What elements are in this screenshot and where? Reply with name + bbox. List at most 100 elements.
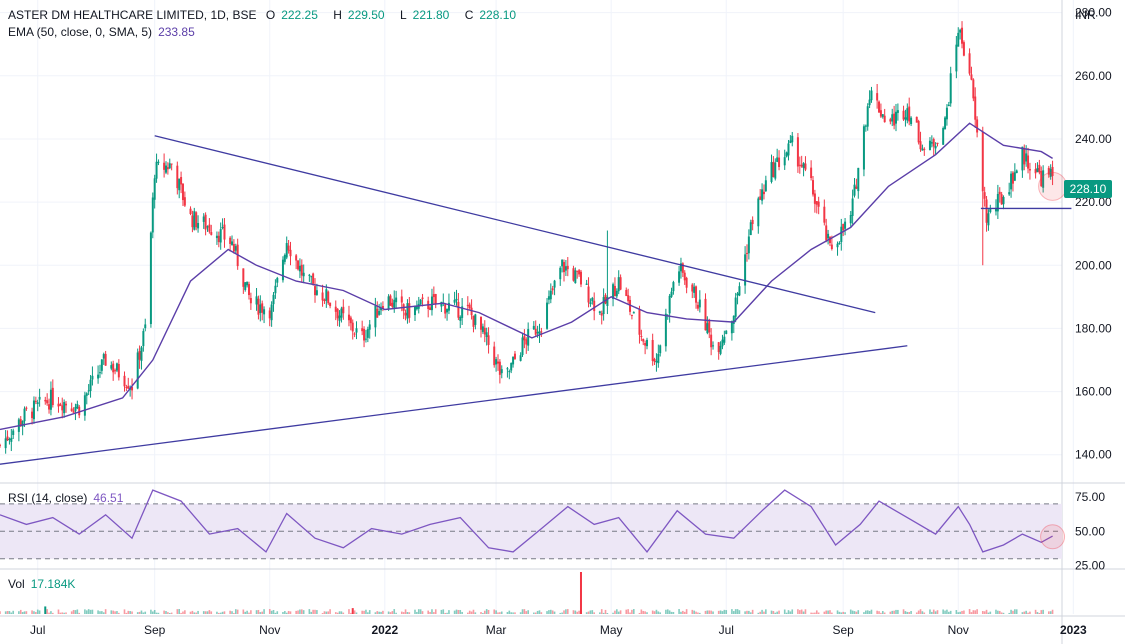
candle-body bbox=[506, 368, 509, 370]
volume-bar bbox=[408, 612, 411, 614]
volume-bar bbox=[8, 611, 11, 614]
candle-body bbox=[895, 111, 898, 124]
volume-bar bbox=[340, 611, 343, 614]
volume-bar bbox=[76, 609, 79, 614]
volume-bar bbox=[895, 609, 897, 614]
candle-body bbox=[547, 296, 550, 300]
candle-body bbox=[1002, 196, 1005, 205]
volume-bar bbox=[1008, 612, 1010, 614]
volume-bar bbox=[593, 612, 595, 614]
candle-body bbox=[838, 242, 841, 244]
volume-bar bbox=[723, 609, 726, 614]
candle-body bbox=[255, 296, 258, 305]
candle-body bbox=[970, 74, 973, 80]
candle-body bbox=[836, 243, 839, 248]
volume-bar bbox=[84, 609, 86, 614]
volume-bar bbox=[902, 609, 905, 614]
candle-body bbox=[881, 114, 884, 117]
candle-body bbox=[100, 359, 103, 371]
candle-body bbox=[693, 286, 696, 293]
candle-body bbox=[234, 246, 237, 251]
rsi-legend[interactable]: RSI (14, close) 46.51 bbox=[8, 491, 129, 505]
volume-bar bbox=[131, 611, 133, 614]
volume-legend[interactable]: Vol 17.184K bbox=[8, 577, 81, 591]
candle-body bbox=[364, 338, 367, 340]
volume-bar bbox=[1040, 610, 1043, 614]
time-tick-label: 2023 bbox=[1060, 623, 1087, 637]
volume-bar bbox=[440, 609, 443, 614]
candle-body bbox=[664, 313, 667, 347]
volume-bar bbox=[997, 610, 999, 614]
volume-bar bbox=[748, 610, 750, 614]
candle-body bbox=[85, 393, 88, 396]
candle-body bbox=[891, 114, 894, 122]
volume-bar bbox=[891, 610, 894, 614]
candle-body bbox=[962, 42, 965, 56]
volume-bar bbox=[233, 612, 235, 614]
volume-bar bbox=[948, 611, 950, 614]
ema-legend[interactable]: EMA (50, close, 0, SMA, 5) 233.85 bbox=[8, 25, 201, 39]
candle-body bbox=[125, 386, 128, 388]
candle-body bbox=[736, 293, 739, 296]
candle-body bbox=[429, 307, 432, 310]
candle-body bbox=[864, 125, 867, 127]
volume-bar bbox=[118, 612, 120, 614]
volume-bar bbox=[263, 609, 265, 614]
volume-bar bbox=[719, 610, 722, 614]
volume-bar bbox=[308, 609, 311, 614]
candle-body bbox=[208, 224, 211, 232]
candle-body bbox=[115, 363, 118, 371]
candle-body bbox=[366, 329, 369, 338]
candle-body bbox=[747, 236, 750, 254]
high-label: H bbox=[333, 8, 342, 22]
volume-bar bbox=[157, 612, 160, 614]
candle-body bbox=[704, 298, 707, 331]
price-highlight-circle bbox=[1038, 171, 1068, 201]
volume-bar bbox=[829, 610, 831, 614]
volume-bar bbox=[823, 611, 826, 614]
time-tick-label: May bbox=[600, 623, 623, 637]
candle-body bbox=[483, 327, 486, 335]
volume-bar bbox=[268, 609, 271, 614]
volume-bar bbox=[4, 611, 7, 614]
candle-body bbox=[985, 199, 988, 223]
candle-body bbox=[695, 286, 698, 303]
candle-body bbox=[315, 290, 318, 295]
candle-body bbox=[327, 291, 330, 304]
volume-bar bbox=[855, 611, 858, 614]
candle-body bbox=[851, 198, 854, 216]
candle-body bbox=[883, 115, 886, 123]
chart-canvas[interactable]: 280.00260.00240.00220.00200.00180.00160.… bbox=[0, 0, 1125, 644]
volume-bar bbox=[78, 612, 81, 614]
candle-body bbox=[876, 93, 879, 101]
candle-body bbox=[98, 372, 101, 374]
candle-body bbox=[1010, 173, 1013, 190]
volume-bar bbox=[863, 612, 865, 614]
candle-body bbox=[840, 226, 843, 243]
candle-body bbox=[395, 297, 398, 303]
candle-body bbox=[361, 328, 364, 332]
price-tick-label: 260.00 bbox=[1075, 69, 1112, 83]
volume-bar bbox=[563, 610, 565, 614]
symbol-title[interactable]: ASTER DM HEALTHCARE LIMITED, 1D, BSE bbox=[8, 8, 257, 22]
candle-body bbox=[813, 193, 816, 204]
candle-body bbox=[178, 178, 181, 191]
candle-body bbox=[59, 404, 62, 406]
candle-body bbox=[534, 328, 537, 335]
candle-body bbox=[508, 371, 511, 373]
volume-bar bbox=[565, 609, 567, 614]
volume-bar bbox=[104, 609, 107, 614]
candle-body bbox=[717, 342, 720, 353]
volume-bar bbox=[65, 612, 67, 614]
candle-body bbox=[283, 255, 286, 262]
candle-body bbox=[857, 167, 860, 192]
volume-bar bbox=[817, 612, 820, 614]
volume-bar bbox=[721, 611, 724, 614]
candle-body bbox=[270, 304, 273, 321]
volume-bar bbox=[785, 612, 788, 614]
volume-bar bbox=[236, 609, 239, 614]
volume-bar bbox=[367, 612, 369, 614]
candle-body bbox=[961, 27, 964, 44]
volume-bar bbox=[274, 612, 277, 614]
candle-body bbox=[206, 226, 209, 228]
